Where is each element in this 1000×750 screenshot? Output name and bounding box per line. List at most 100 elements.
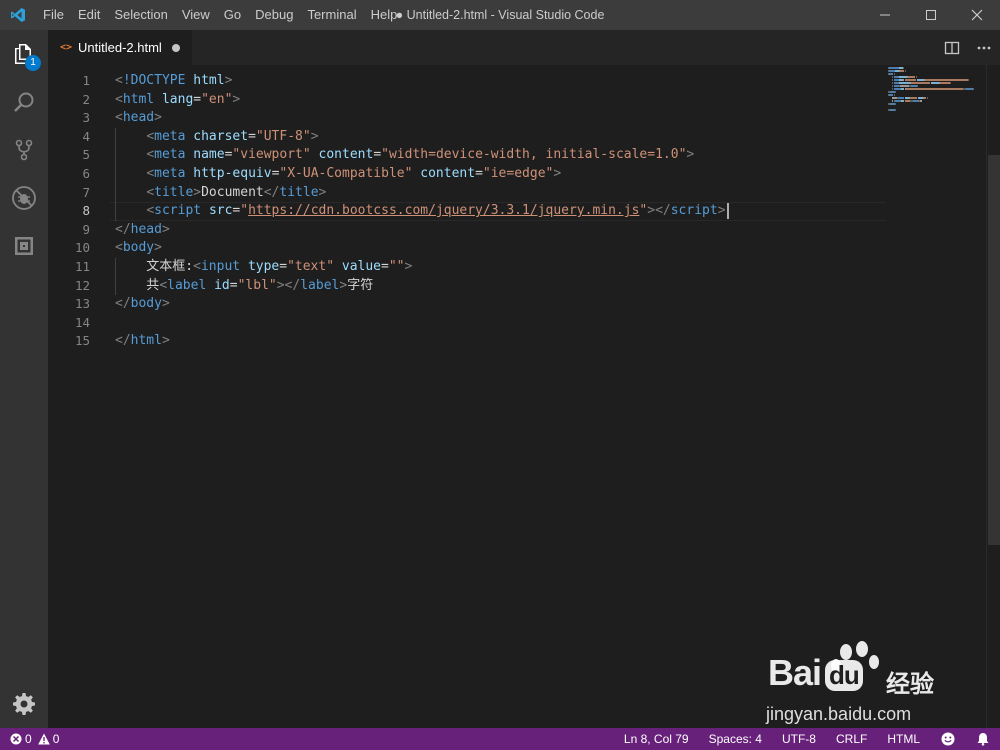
editor-scrollbar[interactable]: [986, 65, 1000, 728]
search-button[interactable]: [0, 78, 48, 126]
code-text: <meta name="viewport" content="width=dev…: [115, 146, 694, 165]
token-punc: >: [339, 277, 348, 293]
extensions-button[interactable]: [0, 222, 48, 270]
minimap-token: [925, 79, 969, 81]
minimize-button[interactable]: [862, 0, 908, 30]
cursor-position[interactable]: Ln 8, Col 79: [614, 728, 699, 750]
code-line[interactable]: 6 <meta http-equiv = "X-UA-Compatible" con…: [48, 165, 886, 184]
code-line[interactable]: 4 <meta charset="UTF-8">: [48, 128, 886, 147]
token-text: =: [193, 91, 202, 107]
token-punc: >: [404, 259, 413, 274]
minimap-token: [972, 88, 974, 90]
minimap-token: [893, 94, 895, 96]
indent-guide: [115, 127, 116, 221]
menu-view[interactable]: View: [175, 0, 217, 30]
minimap-token: [894, 100, 902, 102]
source-control-icon: [15, 139, 33, 161]
minimap-token: [899, 82, 910, 84]
token-tag: body: [122, 240, 155, 256]
code-editor[interactable]: 1 <!DOCTYPE html> 2 <html lang="en"> 3 <head>…: [48, 65, 1000, 728]
indent-guide: [115, 258, 116, 296]
token-punc: >: [318, 184, 327, 200]
source-control-button[interactable]: [0, 126, 48, 174]
end-of-line[interactable]: CRLF: [826, 728, 877, 750]
code-line[interactable]: 8 <script src="https://cdn.bootcss.com/j…: [48, 202, 886, 222]
token-punc: >: [161, 333, 170, 349]
token-attr: lang: [161, 91, 194, 107]
explorer-button[interactable]: 1: [0, 30, 48, 78]
minimap-token: [894, 91, 896, 93]
notifications-button[interactable]: [966, 728, 1000, 750]
line-number: 2: [82, 91, 90, 107]
scrollbar-thumb[interactable]: [988, 155, 1000, 545]
token-punc: >: [686, 147, 695, 163]
token-str: "viewport": [232, 147, 311, 163]
menu-selection[interactable]: Selection: [107, 0, 174, 30]
language-mode[interactable]: HTML: [877, 728, 930, 750]
line-number: 12: [74, 277, 90, 293]
warning-icon: [37, 733, 50, 745]
code-line[interactable]: 12 共<label id="lbl"></label>字符: [48, 277, 886, 296]
code-line[interactable]: 11 文本框:<input type="text" value="">: [48, 258, 886, 277]
code-line[interactable]: 7 <title>Document</title>: [48, 184, 886, 203]
minimap[interactable]: [884, 65, 986, 728]
html-file-icon: <>: [60, 42, 73, 53]
minimap-token: [899, 76, 907, 78]
token-tag: script: [154, 203, 209, 219]
indentation[interactable]: Spaces: 4: [699, 728, 772, 750]
token-punc: </: [115, 221, 131, 237]
code-line[interactable]: 3 <head>: [48, 109, 886, 128]
line-number: 10: [74, 240, 90, 256]
status-bar: 0 0 Ln 8, Col 79 Spaces: 4 UTF-8 CRLF HT…: [0, 728, 1000, 750]
token-text: =: [248, 128, 256, 144]
baidu-jingyan-watermark: Bai du 经验 jingyan.baidu.com: [766, 640, 956, 730]
code-line[interactable]: 5 <meta name="viewport" content="width=d…: [48, 146, 886, 165]
unsaved-dot-icon[interactable]: [171, 43, 180, 52]
token-punc: >: [154, 110, 162, 126]
line-number: 5: [82, 147, 90, 163]
token-punc: >: [154, 240, 162, 256]
code-line[interactable]: 13 </body>: [48, 295, 886, 314]
debug-button[interactable]: [0, 174, 48, 222]
token-url: https://cdn.bootcss.com/jquery/3.3.1/jqu…: [248, 203, 640, 219]
debug-icon: [12, 186, 36, 210]
token-text: Document: [201, 184, 264, 200]
token-text: =: [475, 166, 483, 181]
encoding[interactable]: UTF-8: [772, 728, 826, 750]
code-line[interactable]: 15 </html>: [48, 332, 886, 351]
more-actions-button[interactable]: [968, 30, 1000, 65]
menu-debug[interactable]: Debug: [248, 0, 300, 30]
token-tag: label: [167, 277, 215, 293]
menu-go[interactable]: Go: [217, 0, 248, 30]
activity-bar: 1: [0, 30, 48, 728]
code-text: <meta http-equiv = "X-UA-Compatible" conte…: [115, 165, 561, 184]
menu-help[interactable]: Help: [364, 0, 405, 30]
line-number: 9: [82, 221, 90, 237]
line-number: 15: [74, 333, 90, 349]
token-text: =: [373, 147, 382, 163]
maximize-button[interactable]: [908, 0, 954, 30]
code-line[interactable]: 1 <!DOCTYPE html>: [48, 72, 886, 91]
problems-indicator[interactable]: 0 0: [0, 732, 65, 746]
menu-terminal[interactable]: Terminal: [300, 0, 363, 30]
code-line[interactable]: 14: [48, 314, 886, 333]
feedback-button[interactable]: [930, 728, 966, 750]
code-text: <!DOCTYPE html>: [115, 72, 232, 91]
token-punc: >: [310, 128, 319, 144]
token-text: =: [279, 259, 288, 274]
tab-untitled-2[interactable]: <> Untitled-2.html: [48, 30, 192, 65]
menu-edit[interactable]: Edit: [71, 0, 107, 30]
code-text: <script src="https://cdn.bootcss.com/jqu…: [115, 202, 729, 221]
code-line[interactable]: 10 <body>: [48, 239, 886, 258]
smiley-icon: [941, 732, 955, 746]
split-editor-button[interactable]: [936, 30, 968, 65]
code-line[interactable]: 2 <html lang="en">: [48, 91, 886, 110]
token-punc: <: [115, 73, 123, 88]
close-window-button[interactable]: [954, 0, 1000, 30]
menu-file[interactable]: File: [36, 0, 71, 30]
code-line[interactable]: 9 </head>: [48, 221, 886, 240]
manage-button[interactable]: [0, 680, 48, 728]
